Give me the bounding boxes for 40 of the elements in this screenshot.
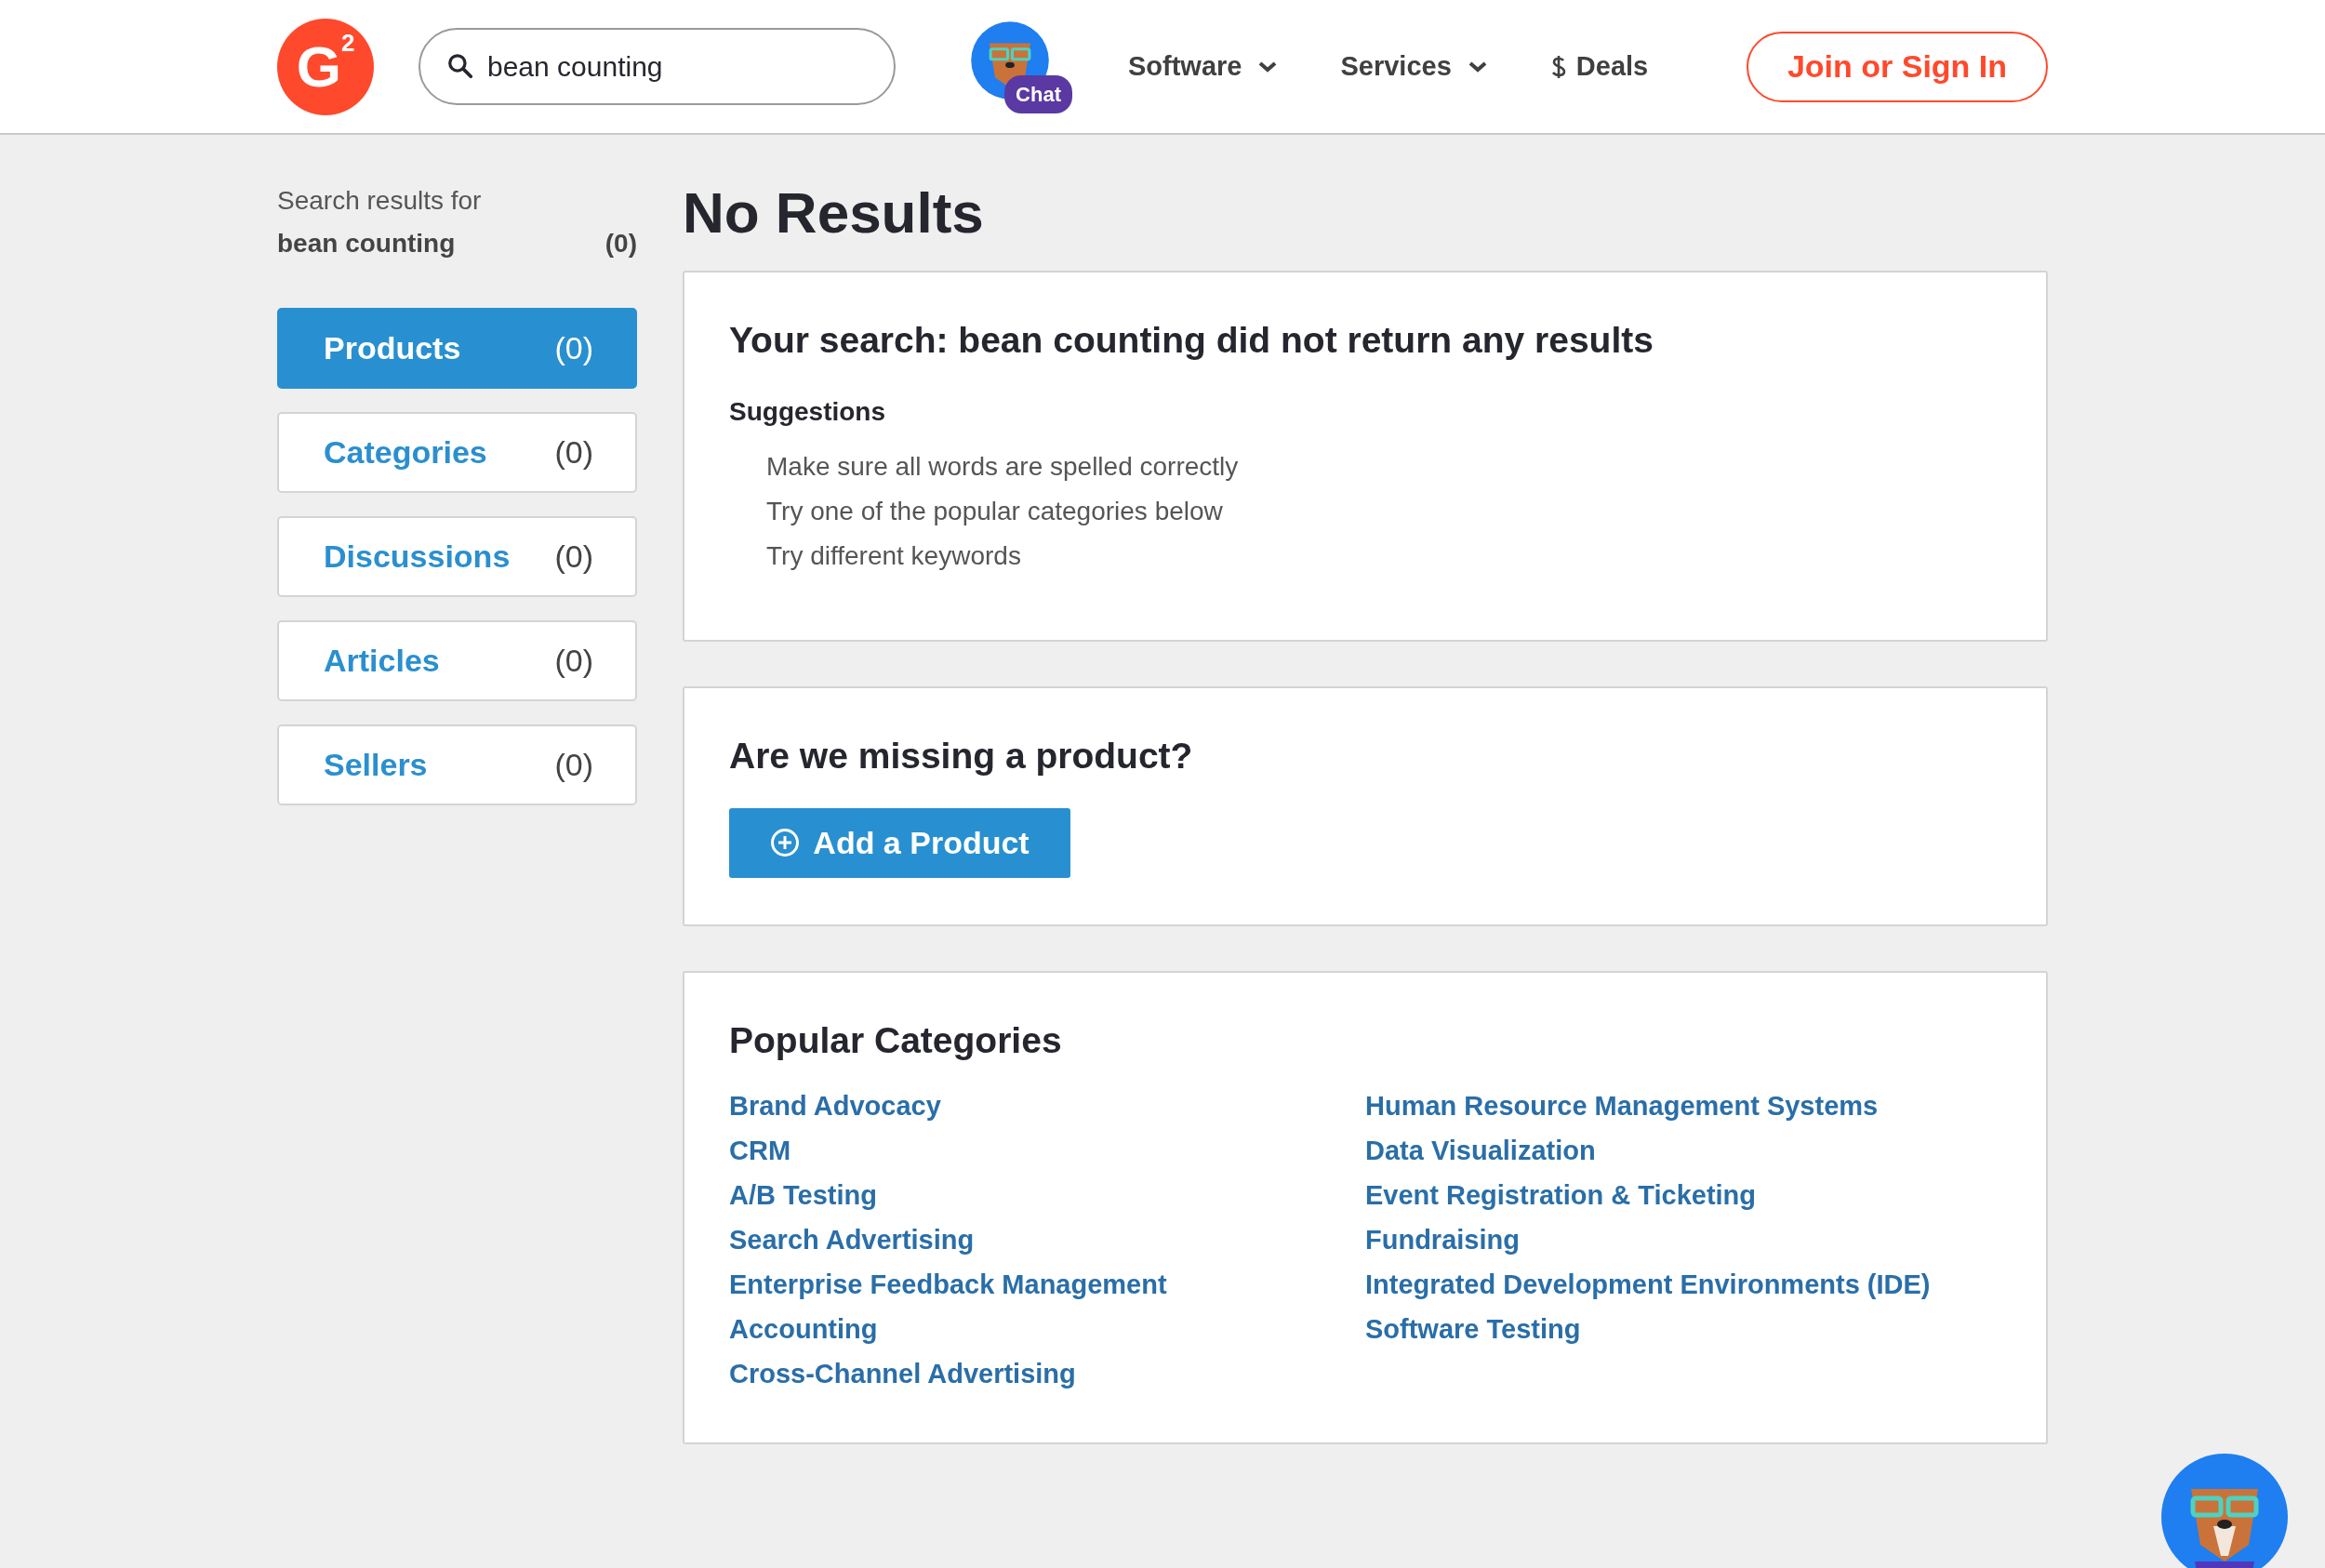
suggestion-text: Try different keywords bbox=[766, 540, 1022, 572]
logo[interactable]: G$^{2}$ bbox=[277, 18, 374, 115]
suggestions-heading: Suggestions bbox=[729, 396, 886, 428]
category-link[interactable]: Search Advertising bbox=[729, 1216, 975, 1262]
category-link[interactable]: Fundraising bbox=[1365, 1216, 1520, 1262]
chevron-down-icon bbox=[1468, 60, 1487, 73]
filter-tab[interactable]: Articles (0) bbox=[277, 620, 637, 701]
category-link[interactable]: Enterprise Feedback Management bbox=[729, 1261, 1167, 1307]
deals-link[interactable]: Deals bbox=[1549, 46, 1649, 87]
filter-tab[interactable]: Discussions (0) bbox=[277, 516, 637, 597]
category-link[interactable]: Accounting bbox=[729, 1306, 878, 1351]
category-link[interactable]: Software Testing bbox=[1365, 1306, 1581, 1351]
sign-in-button[interactable]: Join or Sign In bbox=[1747, 31, 2048, 102]
add-product-button[interactable]: Add a Product bbox=[729, 807, 1070, 878]
category-link[interactable]: Brand Advocacy bbox=[729, 1083, 941, 1128]
card-title: Popular Categories bbox=[729, 1018, 1063, 1062]
category-link[interactable]: Human Resource Management Systems bbox=[1365, 1083, 1879, 1128]
nav-dropdown[interactable]: Software bbox=[1128, 46, 1278, 87]
card-title: Your search: bean counting did not return any results bbox=[729, 319, 1654, 363]
search-query: bean counting bbox=[277, 228, 456, 259]
category-link[interactable]: Event Registration & Ticketing bbox=[1365, 1172, 1757, 1217]
filter-tab[interactable]: Categories (0) bbox=[277, 412, 637, 493]
page-title: No Results bbox=[683, 181, 985, 246]
category-link[interactable]: Cross-Channel Advertising bbox=[729, 1350, 1076, 1396]
nav-dropdown[interactable]: Services bbox=[1340, 46, 1487, 87]
chat-badge[interactable]: Chat bbox=[1004, 74, 1072, 113]
result-count: (0) bbox=[604, 228, 637, 259]
card-title: Are we missing a product? bbox=[729, 735, 1194, 777]
plus-circle-icon bbox=[770, 828, 801, 858]
suggestion-text: Try one of the popular categories below bbox=[766, 496, 1224, 527]
category-link[interactable]: Data Visualization bbox=[1365, 1127, 1596, 1173]
suggestion-text: Make sure all words are spelled correctly bbox=[766, 451, 1240, 483]
category-link[interactable]: A/B Testing bbox=[729, 1172, 877, 1217]
search-field[interactable]: bean counting bbox=[418, 28, 896, 105]
chevron-down-icon bbox=[1258, 60, 1278, 73]
filter-tab[interactable]: Sellers (0) bbox=[277, 724, 637, 805]
filter-tab[interactable]: Products (0) bbox=[277, 308, 637, 389]
search-caption: Search results for bbox=[277, 185, 483, 217]
category-link[interactable]: CRM bbox=[729, 1127, 791, 1173]
category-link[interactable]: Integrated Development Environments (IDE) bbox=[1365, 1261, 1931, 1307]
